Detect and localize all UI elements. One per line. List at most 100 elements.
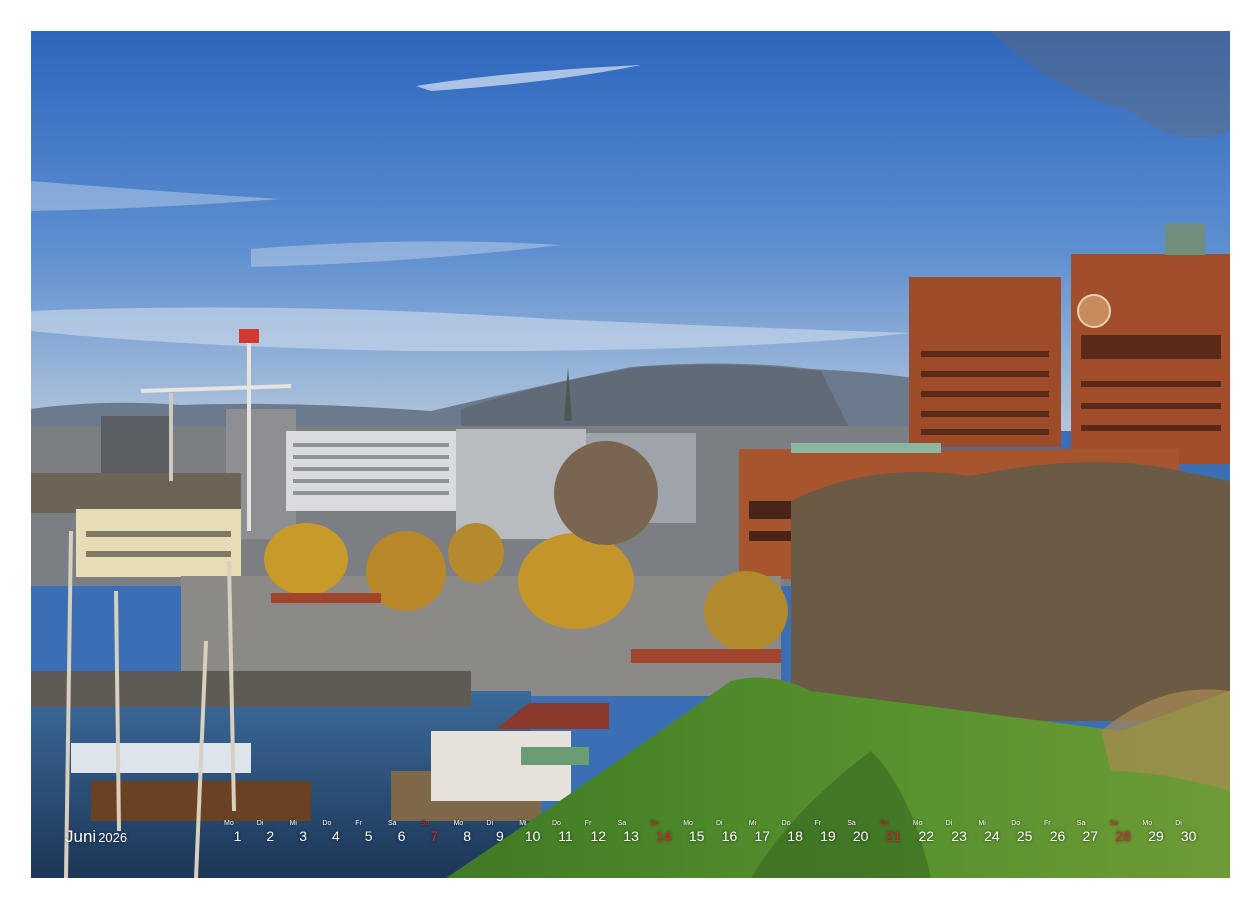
weekday-label: Mi — [748, 820, 757, 827]
harbour-hut — [431, 731, 571, 801]
weekday-label: Di — [486, 820, 494, 827]
weekday-label: Mo — [912, 820, 923, 827]
oslo-harbour-photo — [31, 31, 1230, 878]
day-cell: Di 2 — [257, 820, 290, 850]
day-number: 12 — [590, 828, 607, 844]
day-number: 24 — [984, 828, 1000, 844]
day-number: 9 — [495, 828, 504, 844]
day-number: 17 — [754, 828, 771, 844]
day-cell: Fr 19 — [814, 820, 847, 850]
day-cell: So 14 — [650, 820, 683, 850]
day-cell: Mo 15 — [683, 820, 716, 850]
day-number: 30 — [1180, 828, 1197, 844]
day-cell: Mi 24 — [978, 820, 1011, 850]
day-number: 27 — [1082, 828, 1099, 844]
day-cell: Mo 1 — [224, 820, 257, 850]
boat-cover — [71, 743, 251, 773]
weekday-label: Do — [552, 820, 561, 827]
weekday-label: Fr — [1044, 820, 1051, 827]
year: 2026 — [98, 830, 128, 845]
day-number: 11 — [558, 828, 573, 844]
autumn-tree — [264, 523, 348, 595]
crane-cabin — [239, 329, 259, 343]
day-number: 25 — [1016, 828, 1033, 844]
weekday-label: Sa — [617, 820, 627, 827]
clock-icon — [1077, 294, 1111, 328]
weekday-label: Mo — [683, 820, 693, 827]
flower-bed — [631, 649, 781, 663]
day-cell: Do 18 — [782, 820, 815, 850]
day-number: 20 — [852, 828, 869, 844]
day-number: 13 — [623, 828, 639, 844]
day-cell: Fr 26 — [1044, 820, 1077, 850]
day-number: 3 — [299, 828, 307, 844]
weekday-label: Di — [256, 820, 264, 827]
month-label: Juni 2026 — [65, 827, 127, 847]
day-number: 15 — [688, 828, 705, 844]
day-number: 26 — [1049, 828, 1066, 844]
day-number: 6 — [397, 828, 406, 844]
day-cell: Di 23 — [946, 820, 979, 850]
weekday-label: So — [1109, 820, 1119, 827]
weekday-label: Di — [1175, 820, 1182, 827]
city-hall-tower-left — [909, 277, 1061, 447]
yellow-building — [76, 509, 241, 577]
day-cell: Sa 27 — [1077, 820, 1110, 850]
day-cell: Mi 17 — [749, 820, 782, 850]
weekday-label: Mi — [289, 820, 297, 827]
calendar-page: Juni 2026 Mo 1 Di 2 Mi 3 Do 4 Fr 5 Sa 6 So 7 Mo 8 Di 9 Mi 10… — [0, 0, 1260, 908]
day-cell: Mi 10 — [519, 820, 552, 850]
bare-tree — [554, 441, 658, 545]
day-cell: Sa 6 — [388, 820, 421, 850]
weekday-label: Fr — [584, 820, 592, 827]
photo-scene — [31, 31, 1230, 878]
day-cell: Mo 29 — [1142, 820, 1175, 850]
weekday-label: Do — [322, 820, 332, 827]
weekday-label: Mo — [224, 820, 234, 827]
day-number: 4 — [331, 828, 340, 844]
day-number: 28 — [1115, 828, 1131, 844]
harbour-quay — [31, 671, 471, 707]
park-trees — [791, 462, 1230, 721]
day-cell: Mo 8 — [454, 820, 487, 850]
day-number: 16 — [721, 828, 738, 844]
weekday-label: Mi — [978, 820, 986, 827]
day-number: 5 — [364, 828, 373, 844]
day-cell: Fr 5 — [355, 820, 388, 850]
day-cell: Di 16 — [716, 820, 749, 850]
day-cell: Sa 20 — [847, 820, 880, 850]
day-cell: Mi 3 — [290, 820, 323, 850]
day-number: 23 — [951, 828, 967, 844]
weekday-label: So — [420, 820, 430, 827]
day-cell: So 7 — [421, 820, 454, 850]
rooftop-structure — [1165, 223, 1205, 255]
day-cell: Do 25 — [1011, 820, 1044, 850]
day-number: 29 — [1148, 828, 1164, 844]
calendar-bar: Juni 2026 Mo 1 Di 2 Mi 3 Do 4 Fr 5 Sa 6 So 7 Mo 8 Di 9 Mi 10… — [31, 818, 1230, 854]
city-hall-roof — [791, 443, 941, 453]
weekday-label: Sa — [388, 820, 397, 827]
weekday-label: Di — [716, 820, 723, 827]
weekday-label: Do — [1011, 820, 1021, 827]
weekday-label: Mo — [1142, 820, 1153, 827]
flower-bed — [271, 593, 381, 603]
weekday-label: Do — [781, 820, 791, 827]
day-number: 14 — [656, 828, 672, 844]
day-cell: Do 11 — [552, 820, 585, 850]
hut-roof-green — [521, 747, 589, 765]
month-name: Juni — [65, 827, 97, 846]
autumn-tree — [518, 533, 634, 629]
day-cell: Fr 12 — [585, 820, 618, 850]
day-number: 10 — [524, 828, 541, 844]
day-cell: Di 30 — [1175, 820, 1208, 850]
day-cell: So 28 — [1110, 820, 1143, 850]
weekday-label: Mi — [519, 820, 527, 827]
day-number: 22 — [918, 828, 935, 844]
low-building — [31, 473, 241, 513]
weekday-label: Fr — [814, 820, 821, 827]
weekday-label: Mo — [453, 820, 464, 827]
day-number: 19 — [820, 828, 836, 844]
weekday-label: So — [880, 820, 889, 827]
day-number: 1 — [233, 828, 242, 844]
day-number: 8 — [463, 828, 471, 844]
